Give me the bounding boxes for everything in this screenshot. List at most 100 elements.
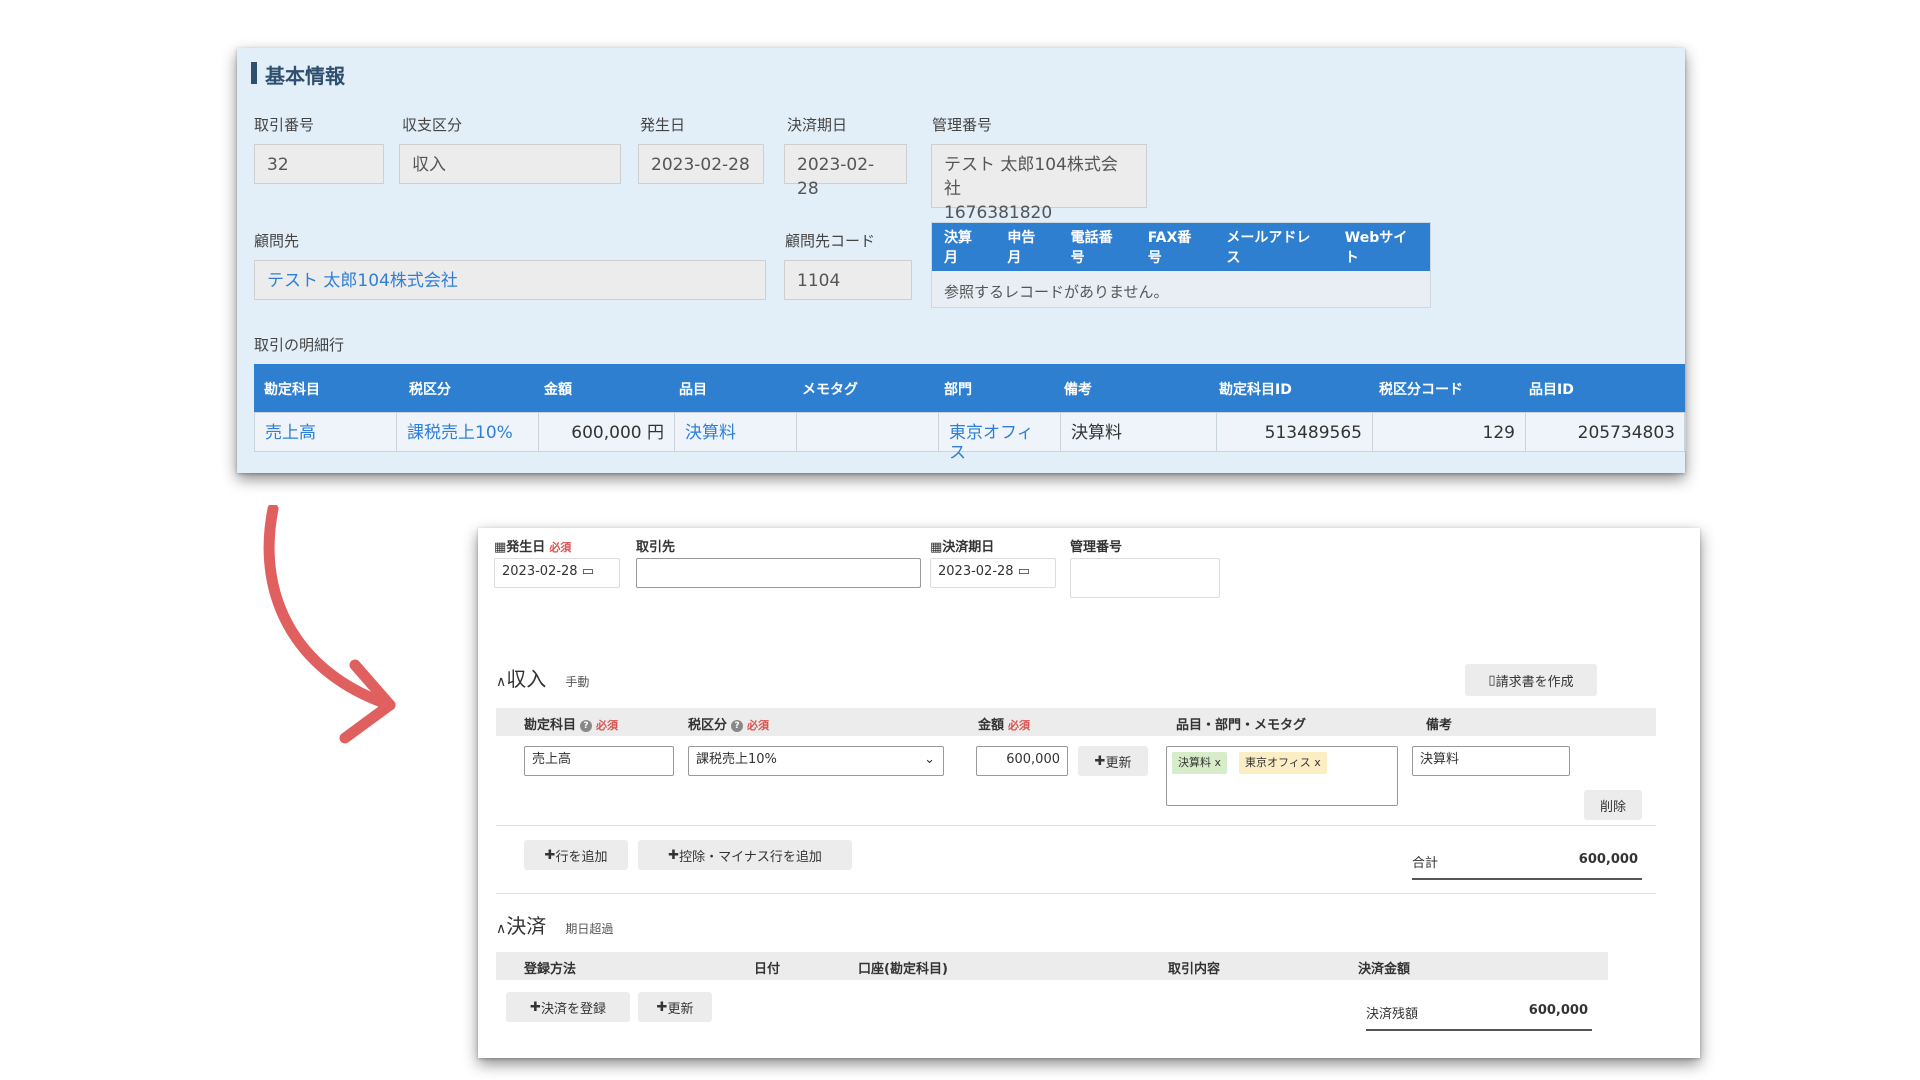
detail-tax[interactable]: 課税売上10% (397, 413, 539, 451)
register-settlement-button[interactable]: ✚ 決済を登録 (506, 992, 630, 1022)
settlement-update-button[interactable]: ✚ 更新 (638, 992, 712, 1022)
col-settle-amount: 決済金額 (1358, 962, 1411, 977)
income-section-title[interactable]: ∧収入 手動 (496, 663, 589, 692)
client-label: 顧問先 (254, 232, 300, 250)
ref-col-email: メールアドレス (1226, 230, 1311, 266)
ref-col-shinkoku: 申告月 (1007, 230, 1036, 266)
detail-account-id: 513489565 (1217, 413, 1373, 451)
required-badge: 必須 (1008, 719, 1031, 732)
col-account-ledger: 口座(勘定科目) (858, 962, 948, 977)
chevron-down-icon[interactable]: ⌄ (924, 751, 935, 769)
amount-input[interactable]: 600,000 (976, 746, 1068, 776)
client-field[interactable]: テスト 太郎104株式会社 (254, 260, 766, 300)
detail-account[interactable]: 売上高 (255, 413, 397, 451)
income-total: 合計 600,000 (1412, 852, 1642, 880)
register-settlement-label: 決済を登録 (540, 1001, 606, 1017)
col-date: 日付 (754, 962, 781, 977)
divider (496, 825, 1656, 826)
client-code-label: 顧問先コード (785, 232, 876, 250)
detail-item[interactable]: 決算料 (675, 413, 797, 451)
chevron-up-icon[interactable]: ∧ (496, 674, 506, 690)
hasseibi-field: 2023-02-28 (638, 144, 764, 184)
hasseibi-form-label-text: 発生日 (506, 540, 546, 555)
account-input[interactable]: 売上高 (524, 746, 674, 776)
plus-icon: ✚ (668, 847, 680, 863)
detail-dept[interactable]: 東京オフィス (939, 413, 1061, 463)
detail-amount: 600,000 円 (539, 413, 675, 451)
add-minus-row-button[interactable]: ✚ 控除・マイナス行を追加 (638, 840, 852, 870)
detail-col-account: 勘定科目 (264, 382, 320, 398)
kanri-no-label: 管理番号 (932, 116, 993, 134)
update-amount-button[interactable]: ✚ 更新 (1078, 746, 1148, 776)
calendar-icon[interactable]: ▭ (1018, 564, 1030, 579)
kessai-input[interactable]: 2023-02-28 ▭ (930, 558, 1056, 588)
section-title-bar (251, 62, 257, 84)
dept-tag[interactable]: 東京オフィス x (1239, 752, 1327, 774)
kanri-input[interactable] (1070, 558, 1220, 598)
tax-select[interactable]: 課税売上10% ⌄ (688, 746, 944, 776)
detail-table-row: 売上高 課税売上10% 600,000 円 決算料 東京オフィス 決算料 513… (254, 412, 1686, 463)
hasseibi-label: 発生日 (640, 116, 686, 134)
required-badge: 必須 (549, 541, 572, 554)
ref-col-kessan: 決算月 (944, 230, 972, 266)
kessai-form-label-text: 決済期日 (942, 540, 995, 555)
settlement-section-title[interactable]: ∧決済 期日超過 (496, 910, 613, 939)
col-account: 勘定科目? 必須 (524, 714, 618, 733)
plus-icon: ✚ (530, 999, 541, 1015)
kessai-kijitsu-label: 決済期日 (787, 116, 848, 134)
total-value: 600,000 (1578, 852, 1638, 867)
chevron-up-icon[interactable]: ∧ (496, 921, 506, 937)
total-label: 合計 (1412, 856, 1439, 871)
hasseibi-input-value: 2023-02-28 (502, 564, 578, 579)
calendar-icon[interactable]: ▭ (582, 564, 594, 579)
income-table-header: 勘定科目? 必須 税区分? 必須 金額 必須 品目・部門・メモタグ 備考 (496, 708, 1656, 736)
detail-label: 取引の明細行 (254, 336, 345, 354)
col-note: 備考 (1426, 718, 1453, 733)
help-icon[interactable]: ? (731, 719, 744, 732)
note-input[interactable]: 決算料 (1412, 746, 1570, 776)
income-mode: 手動 (565, 675, 590, 689)
detail-col-memo: メモタグ (802, 382, 858, 398)
hasseibi-input[interactable]: 2023-02-28 ▭ (494, 558, 620, 588)
document-icon: ▯ (1488, 672, 1496, 688)
create-invoice-button[interactable]: ▯ 請求書を作成 (1465, 664, 1597, 696)
detail-memo (797, 413, 939, 451)
settlement-balance: 決済残額 600,000 (1366, 1003, 1592, 1031)
torihikisaki-label: 取引先 (636, 540, 676, 555)
detail-col-item: 品目 (679, 382, 707, 398)
add-row-label: 行を追加 (555, 849, 608, 865)
tax-select-value: 課税売上10% (696, 752, 777, 767)
reference-table: 決算月 申告月 電話番号 FAX番号 メールアドレス Webサイト 参照するレコ… (931, 222, 1431, 308)
basic-info-panel: 基本情報 取引番号 収支区分 発生日 決済期日 管理番号 32 収入 2023-… (237, 48, 1686, 473)
calendar-icon: ▦ (930, 540, 943, 555)
kanri-form-label: 管理番号 (1070, 540, 1123, 555)
detail-col-dept: 部門 (944, 382, 972, 398)
delete-row-button[interactable]: 削除 (1584, 790, 1642, 820)
client-code-field: 1104 (784, 260, 912, 300)
detail-item-id: 205734803 (1526, 413, 1686, 451)
ref-col-phone: 電話番号 (1070, 230, 1113, 266)
detail-note: 決算料 (1061, 413, 1217, 451)
item-tag[interactable]: 決算料 x (1172, 752, 1228, 774)
balance-label: 決済残額 (1366, 1007, 1419, 1022)
help-icon[interactable]: ? (580, 719, 593, 732)
kessai-input-value: 2023-02-28 (938, 564, 1014, 579)
col-account-text: 勘定科目 (524, 718, 577, 733)
detail-col-amount: 金額 (544, 382, 572, 398)
col-tags: 品目・部門・メモタグ (1176, 718, 1307, 733)
torihikisaki-input[interactable] (636, 558, 921, 588)
settlement-status: 期日超過 (565, 922, 614, 936)
detail-col-tax: 税区分 (409, 382, 451, 398)
col-tax-text: 税区分 (688, 718, 728, 733)
transition-arrow (263, 505, 396, 744)
reference-table-header: 決算月 申告月 電話番号 FAX番号 メールアドレス Webサイト (932, 223, 1430, 271)
create-invoice-label: 請求書を作成 (1495, 674, 1574, 690)
settlement-update-label: 更新 (667, 1001, 694, 1017)
tags-input[interactable]: 決算料 x 東京オフィス x (1166, 746, 1398, 806)
section-title: 基本情報 (265, 64, 345, 88)
add-minus-row-label: 控除・マイナス行を追加 (679, 849, 822, 865)
detail-col-note: 備考 (1064, 382, 1092, 398)
kessai-form-label: ▦決済期日 (930, 536, 994, 555)
income-title: 収入 (506, 667, 547, 691)
add-row-button[interactable]: ✚ 行を追加 (524, 840, 628, 870)
